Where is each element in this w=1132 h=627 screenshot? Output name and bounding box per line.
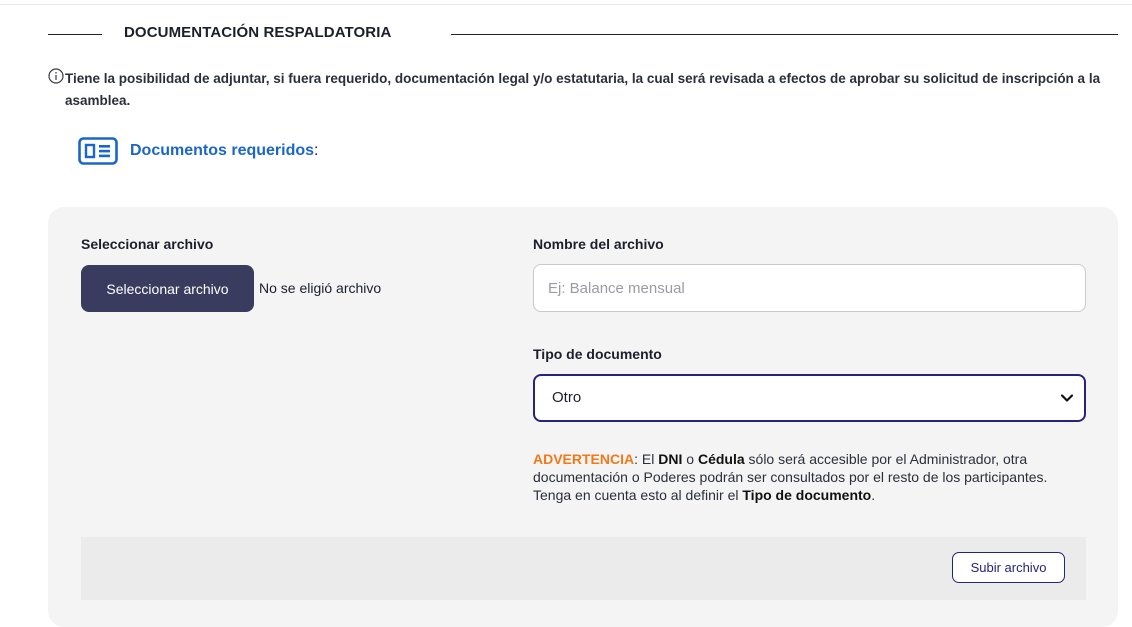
file-name-input[interactable] — [533, 264, 1086, 312]
info-icon — [48, 68, 64, 84]
warning-doc-type: Tipo de documento — [742, 487, 872, 503]
section-header: DOCUMENTACIÓN RESPALDATORIA — [48, 22, 1118, 46]
file-picker-label: Seleccionar archivo — [81, 236, 214, 252]
doc-type-select[interactable]: Otro — [533, 374, 1086, 422]
file-name-label: Nombre del archivo — [533, 236, 664, 252]
file-status: No se eligió archivo — [259, 280, 382, 296]
select-file-button[interactable]: Seleccionar archivo — [81, 265, 254, 312]
warning-dni: DNI — [658, 451, 683, 467]
warning-text: ADVERTENCIA: El DNI o Cédula sólo será a… — [533, 451, 1048, 503]
info-text: Tiene la posibilidad de adjuntar, si fue… — [65, 71, 1101, 108]
header-line-left — [48, 34, 102, 35]
doc-type-value: Otro — [552, 389, 582, 406]
doc-type-label: Tipo de documento — [533, 346, 662, 362]
top-divider — [0, 4, 1132, 5]
upload-file-button[interactable]: Subir archivo — [952, 552, 1065, 583]
card-footer — [81, 537, 1086, 600]
warning-prefix: ADVERTENCIA — [533, 451, 635, 467]
document-card-icon — [78, 137, 118, 165]
documents-required-label: Documentos requeridos: — [130, 142, 319, 159]
chevron-down-icon — [1060, 394, 1074, 402]
section-title: DOCUMENTACIÓN RESPALDATORIA — [124, 24, 392, 41]
header-line-right — [451, 34, 1118, 35]
warning-cedula: Cédula — [697, 451, 745, 467]
